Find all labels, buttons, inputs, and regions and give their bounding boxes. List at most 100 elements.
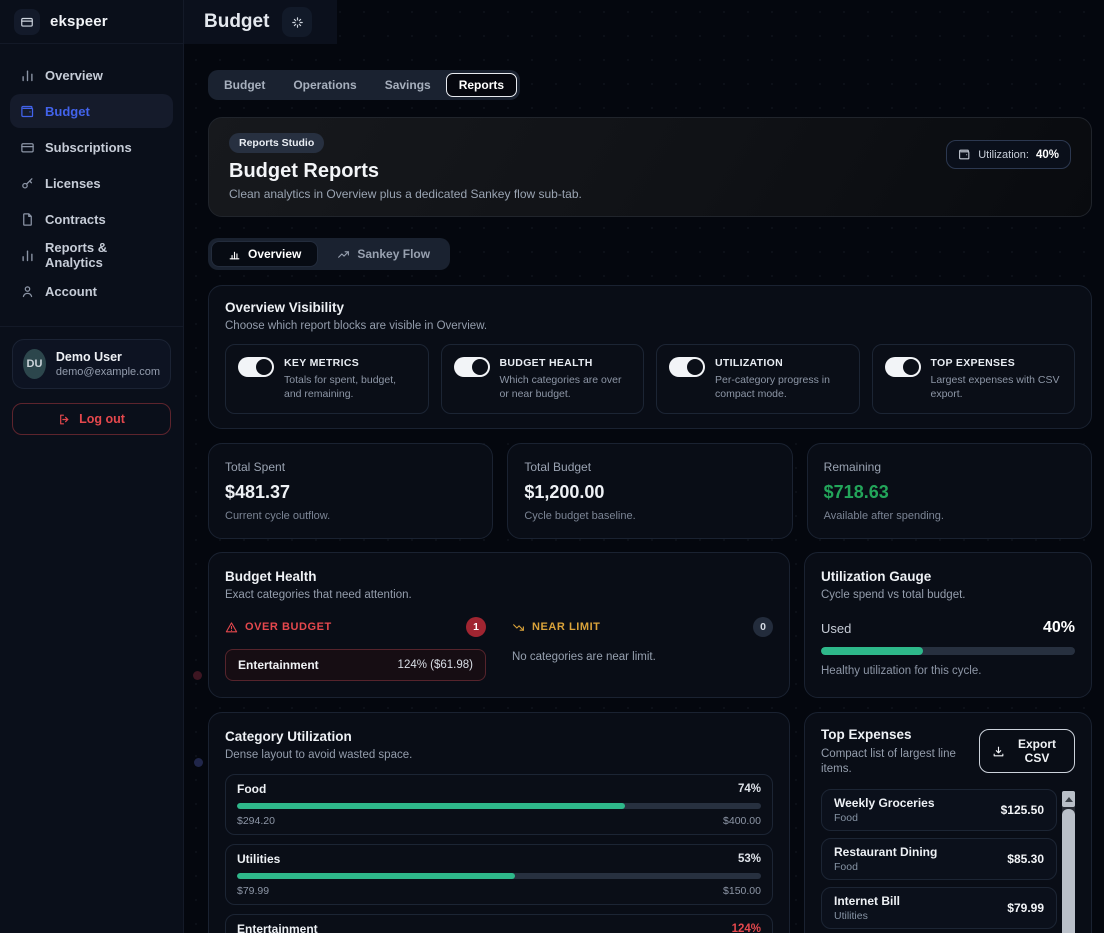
scrollbar-thumb[interactable] bbox=[1062, 809, 1075, 933]
expense-list-item: Weekly Groceries Food $125.50 bbox=[821, 789, 1057, 831]
expense-amount: $79.99 bbox=[1007, 901, 1044, 915]
logout-button[interactable]: Log out bbox=[12, 403, 171, 435]
expense-name: Weekly Groceries bbox=[834, 796, 935, 810]
sidebar: ekspeer Overview Budget Subscriptions bbox=[0, 0, 184, 933]
top-expenses-description: Compact list of largest line items. bbox=[821, 747, 971, 777]
metric-card: Total Budget $1,200.00 Cycle budget base… bbox=[507, 443, 792, 539]
tab[interactable]: Budget bbox=[211, 73, 278, 97]
sidebar-item[interactable]: Contracts bbox=[10, 202, 173, 236]
sidebar-item-label: Overview bbox=[45, 68, 103, 83]
utilization-chip: Utilization: 40% bbox=[946, 140, 1071, 169]
category-budget: $400.00 bbox=[723, 815, 761, 827]
over-budget-item-name: Entertainment bbox=[238, 658, 319, 672]
page-header: Budget bbox=[184, 0, 337, 44]
wallet-icon bbox=[20, 104, 35, 119]
top-expenses-title: Top Expenses bbox=[821, 727, 971, 742]
gauge-progress-track bbox=[821, 647, 1075, 655]
metric-caption: Available after spending. bbox=[824, 510, 1075, 522]
subtab[interactable]: Overview bbox=[211, 241, 318, 267]
hero-subtitle: Clean analytics in Overview plus a dedic… bbox=[229, 187, 582, 201]
gauge-used-label: Used bbox=[821, 621, 851, 636]
toggle-knob bbox=[256, 359, 272, 375]
main-area: Budget Budget Operations Savings Reports bbox=[184, 0, 1104, 933]
sidebar-item-label: Contracts bbox=[45, 212, 106, 227]
gauge-progress-fill bbox=[821, 647, 923, 655]
budget-health-description: Exact categories that need attention. bbox=[225, 589, 773, 601]
user-email: demo@example.com bbox=[56, 366, 160, 378]
toggle-label: KEY METRICS bbox=[284, 357, 416, 369]
chart-bars-icon bbox=[228, 248, 241, 261]
wallet-icon bbox=[958, 148, 971, 161]
sidebar-item-label: Budget bbox=[45, 104, 90, 119]
visibility-toggles: KEY METRICS Totals for spent, budget, an… bbox=[225, 344, 1075, 414]
category-progress-track bbox=[237, 873, 761, 879]
expense-name: Internet Bill bbox=[834, 894, 900, 908]
sidebar-item-label: Licenses bbox=[45, 176, 101, 191]
user-meta: Demo User demo@example.com bbox=[56, 350, 160, 378]
category-utilization-card: Category Utilization Dense layout to avo… bbox=[208, 712, 790, 933]
tab[interactable]: Operations bbox=[280, 73, 369, 97]
brand-name: ekspeer bbox=[50, 13, 108, 30]
sidebar-item[interactable]: Account bbox=[10, 274, 173, 308]
category-name: Utilities bbox=[237, 852, 280, 866]
expense-list-item: Internet Bill Utilities $79.99 bbox=[821, 887, 1057, 929]
subtab[interactable]: Sankey Flow bbox=[320, 241, 447, 267]
tab[interactable]: Reports bbox=[446, 73, 517, 97]
expense-category: Food bbox=[834, 861, 937, 873]
theme-toggle-button[interactable] bbox=[282, 7, 312, 37]
over-budget-group: OVER BUDGET 1 Entertainment 124% ($61.98… bbox=[225, 617, 486, 681]
expense-category: Food bbox=[834, 812, 935, 824]
content: Budget Operations Savings Reports Report… bbox=[184, 44, 1104, 933]
utilization-expenses-row: Category Utilization Dense layout to avo… bbox=[208, 712, 1092, 933]
sidebar-divider bbox=[0, 326, 183, 327]
utilization-chip-value: 40% bbox=[1036, 149, 1059, 161]
metric-cards: Total Spent $481.37 Current cycle outflo… bbox=[208, 443, 1092, 539]
near-limit-label: NEAR LIMIT bbox=[532, 621, 600, 633]
over-budget-label: OVER BUDGET bbox=[245, 621, 332, 633]
visibility-toggle-tile: UTILIZATION Per-category progress in com… bbox=[656, 344, 860, 414]
category-name: Entertainment bbox=[237, 922, 318, 933]
metric-caption: Cycle budget baseline. bbox=[524, 510, 775, 522]
category-utilization-description: Dense layout to avoid wasted space. bbox=[225, 749, 773, 761]
visibility-toggle-tile: KEY METRICS Totals for spent, budget, an… bbox=[225, 344, 429, 414]
toggle-knob bbox=[903, 359, 919, 375]
tab[interactable]: Savings bbox=[372, 73, 444, 97]
metric-caption: Current cycle outflow. bbox=[225, 510, 476, 522]
toggle-switch[interactable] bbox=[454, 357, 490, 377]
toggle-switch[interactable] bbox=[669, 357, 705, 377]
brand-logo-icon bbox=[14, 9, 40, 35]
sidebar-item[interactable]: Subscriptions bbox=[10, 130, 173, 164]
sidebar-item[interactable]: Budget bbox=[10, 94, 173, 128]
sidebar-item[interactable]: Licenses bbox=[10, 166, 173, 200]
toggle-description: Totals for spent, budget, and remaining. bbox=[284, 373, 416, 401]
logout-icon bbox=[58, 413, 71, 426]
top-expenses-card: Top Expenses Compact list of largest lin… bbox=[804, 712, 1092, 933]
metric-value: $718.63 bbox=[824, 482, 1075, 503]
near-limit-empty-text: No categories are near limit. bbox=[512, 651, 773, 663]
budget-health-card: Budget Health Exact categories that need… bbox=[208, 552, 790, 698]
sidebar-item-label: Account bbox=[45, 284, 97, 299]
trending-up-icon bbox=[337, 248, 350, 261]
sidebar-item[interactable]: Overview bbox=[10, 58, 173, 92]
hero-card: Reports Studio Budget Reports Clean anal… bbox=[208, 117, 1092, 217]
expense-list-scrollbar[interactable] bbox=[1062, 791, 1075, 933]
visibility-toggle-tile: BUDGET HEALTH Which categories are over … bbox=[441, 344, 645, 414]
metric-card: Remaining $718.63 Available after spendi… bbox=[807, 443, 1092, 539]
over-budget-item: Entertainment 124% ($61.98) bbox=[225, 649, 486, 681]
category-percent: 74% bbox=[738, 783, 761, 795]
scrollbar-up-button[interactable] bbox=[1062, 791, 1075, 807]
category-progress-track bbox=[237, 803, 761, 809]
expense-name: Restaurant Dining bbox=[834, 845, 937, 859]
export-csv-button[interactable]: Export CSV bbox=[979, 729, 1075, 773]
visibility-title: Overview Visibility bbox=[225, 300, 1075, 315]
over-budget-item-detail: 124% ($61.98) bbox=[398, 659, 473, 671]
toggle-description: Per-category progress in compact mode. bbox=[715, 373, 847, 401]
metric-card: Total Spent $481.37 Current cycle outflo… bbox=[208, 443, 493, 539]
sidebar-item[interactable]: Reports & Analytics bbox=[10, 238, 173, 272]
metric-label: Total Spent bbox=[225, 460, 476, 474]
user-name: Demo User bbox=[56, 350, 160, 364]
user-card[interactable]: DU Demo User demo@example.com bbox=[12, 339, 171, 389]
toggle-switch[interactable] bbox=[238, 357, 274, 377]
gauge-caption: Healthy utilization for this cycle. bbox=[821, 665, 1075, 677]
toggle-switch[interactable] bbox=[885, 357, 921, 377]
